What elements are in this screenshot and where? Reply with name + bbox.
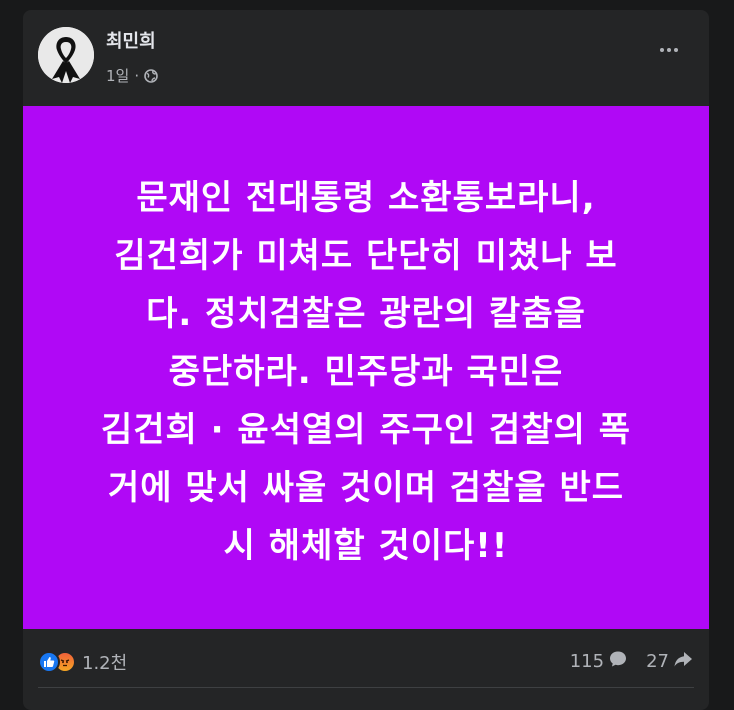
post-footer: 1.2천 115 27	[23, 629, 709, 689]
post-text: 문재인 전대통령 소환통보라니, 김건희가 미쳐도 단단히 미쳤나 보 다. 정…	[56, 161, 676, 575]
post-text-line: 중단하라. 민주당과 국민은	[168, 351, 564, 392]
mourning-ribbon-icon[interactable]	[38, 27, 94, 83]
comment-count: 115	[569, 651, 605, 672]
post-header: 최민희 1일 ·	[23, 10, 709, 106]
author-name[interactable]: 최민희	[106, 27, 156, 53]
more-options-icon[interactable]	[653, 38, 685, 62]
post-text-line: 문재인 전대통령 소환통보라니,	[136, 177, 596, 218]
post-text-line: 김건희 · 윤석열의 주구인 검찰의 폭	[100, 409, 632, 450]
post-text-line: 시 해체할 것이다!!	[223, 525, 509, 566]
post-body: 문재인 전대통령 소환통보라니, 김건희가 미쳐도 단단히 미쳤나 보 다. 정…	[23, 106, 709, 629]
post-time[interactable]: 1일	[106, 65, 129, 86]
reaction-count: 1.2천	[82, 653, 128, 674]
footer-divider	[38, 687, 694, 688]
shares-stat[interactable]: 27	[646, 649, 693, 674]
comment-icon	[608, 649, 628, 674]
post-card: 최민희 1일 · 문재인 전대통령 소환통보라니, 김건희가 미쳐도 단단히 미…	[23, 10, 709, 710]
globe-icon	[144, 68, 158, 83]
like-icon	[38, 651, 60, 673]
comments-stat[interactable]: 115	[570, 649, 628, 674]
post-stats: 115 27	[570, 649, 693, 674]
share-icon	[673, 649, 693, 674]
post-text-line: 다. 정치검찰은 광란의 칼춤을	[146, 293, 586, 334]
post-meta: 1일 ·	[106, 65, 158, 86]
meta-separator: ·	[134, 66, 140, 85]
post-text-line: 김건희가 미쳐도 단단히 미쳤나 보	[114, 235, 618, 276]
reactions-summary[interactable]: 1.2천	[38, 649, 127, 675]
post-text-line: 거에 맞서 싸울 것이며 검찰을 반드	[107, 467, 625, 508]
share-count: 27	[646, 651, 669, 672]
